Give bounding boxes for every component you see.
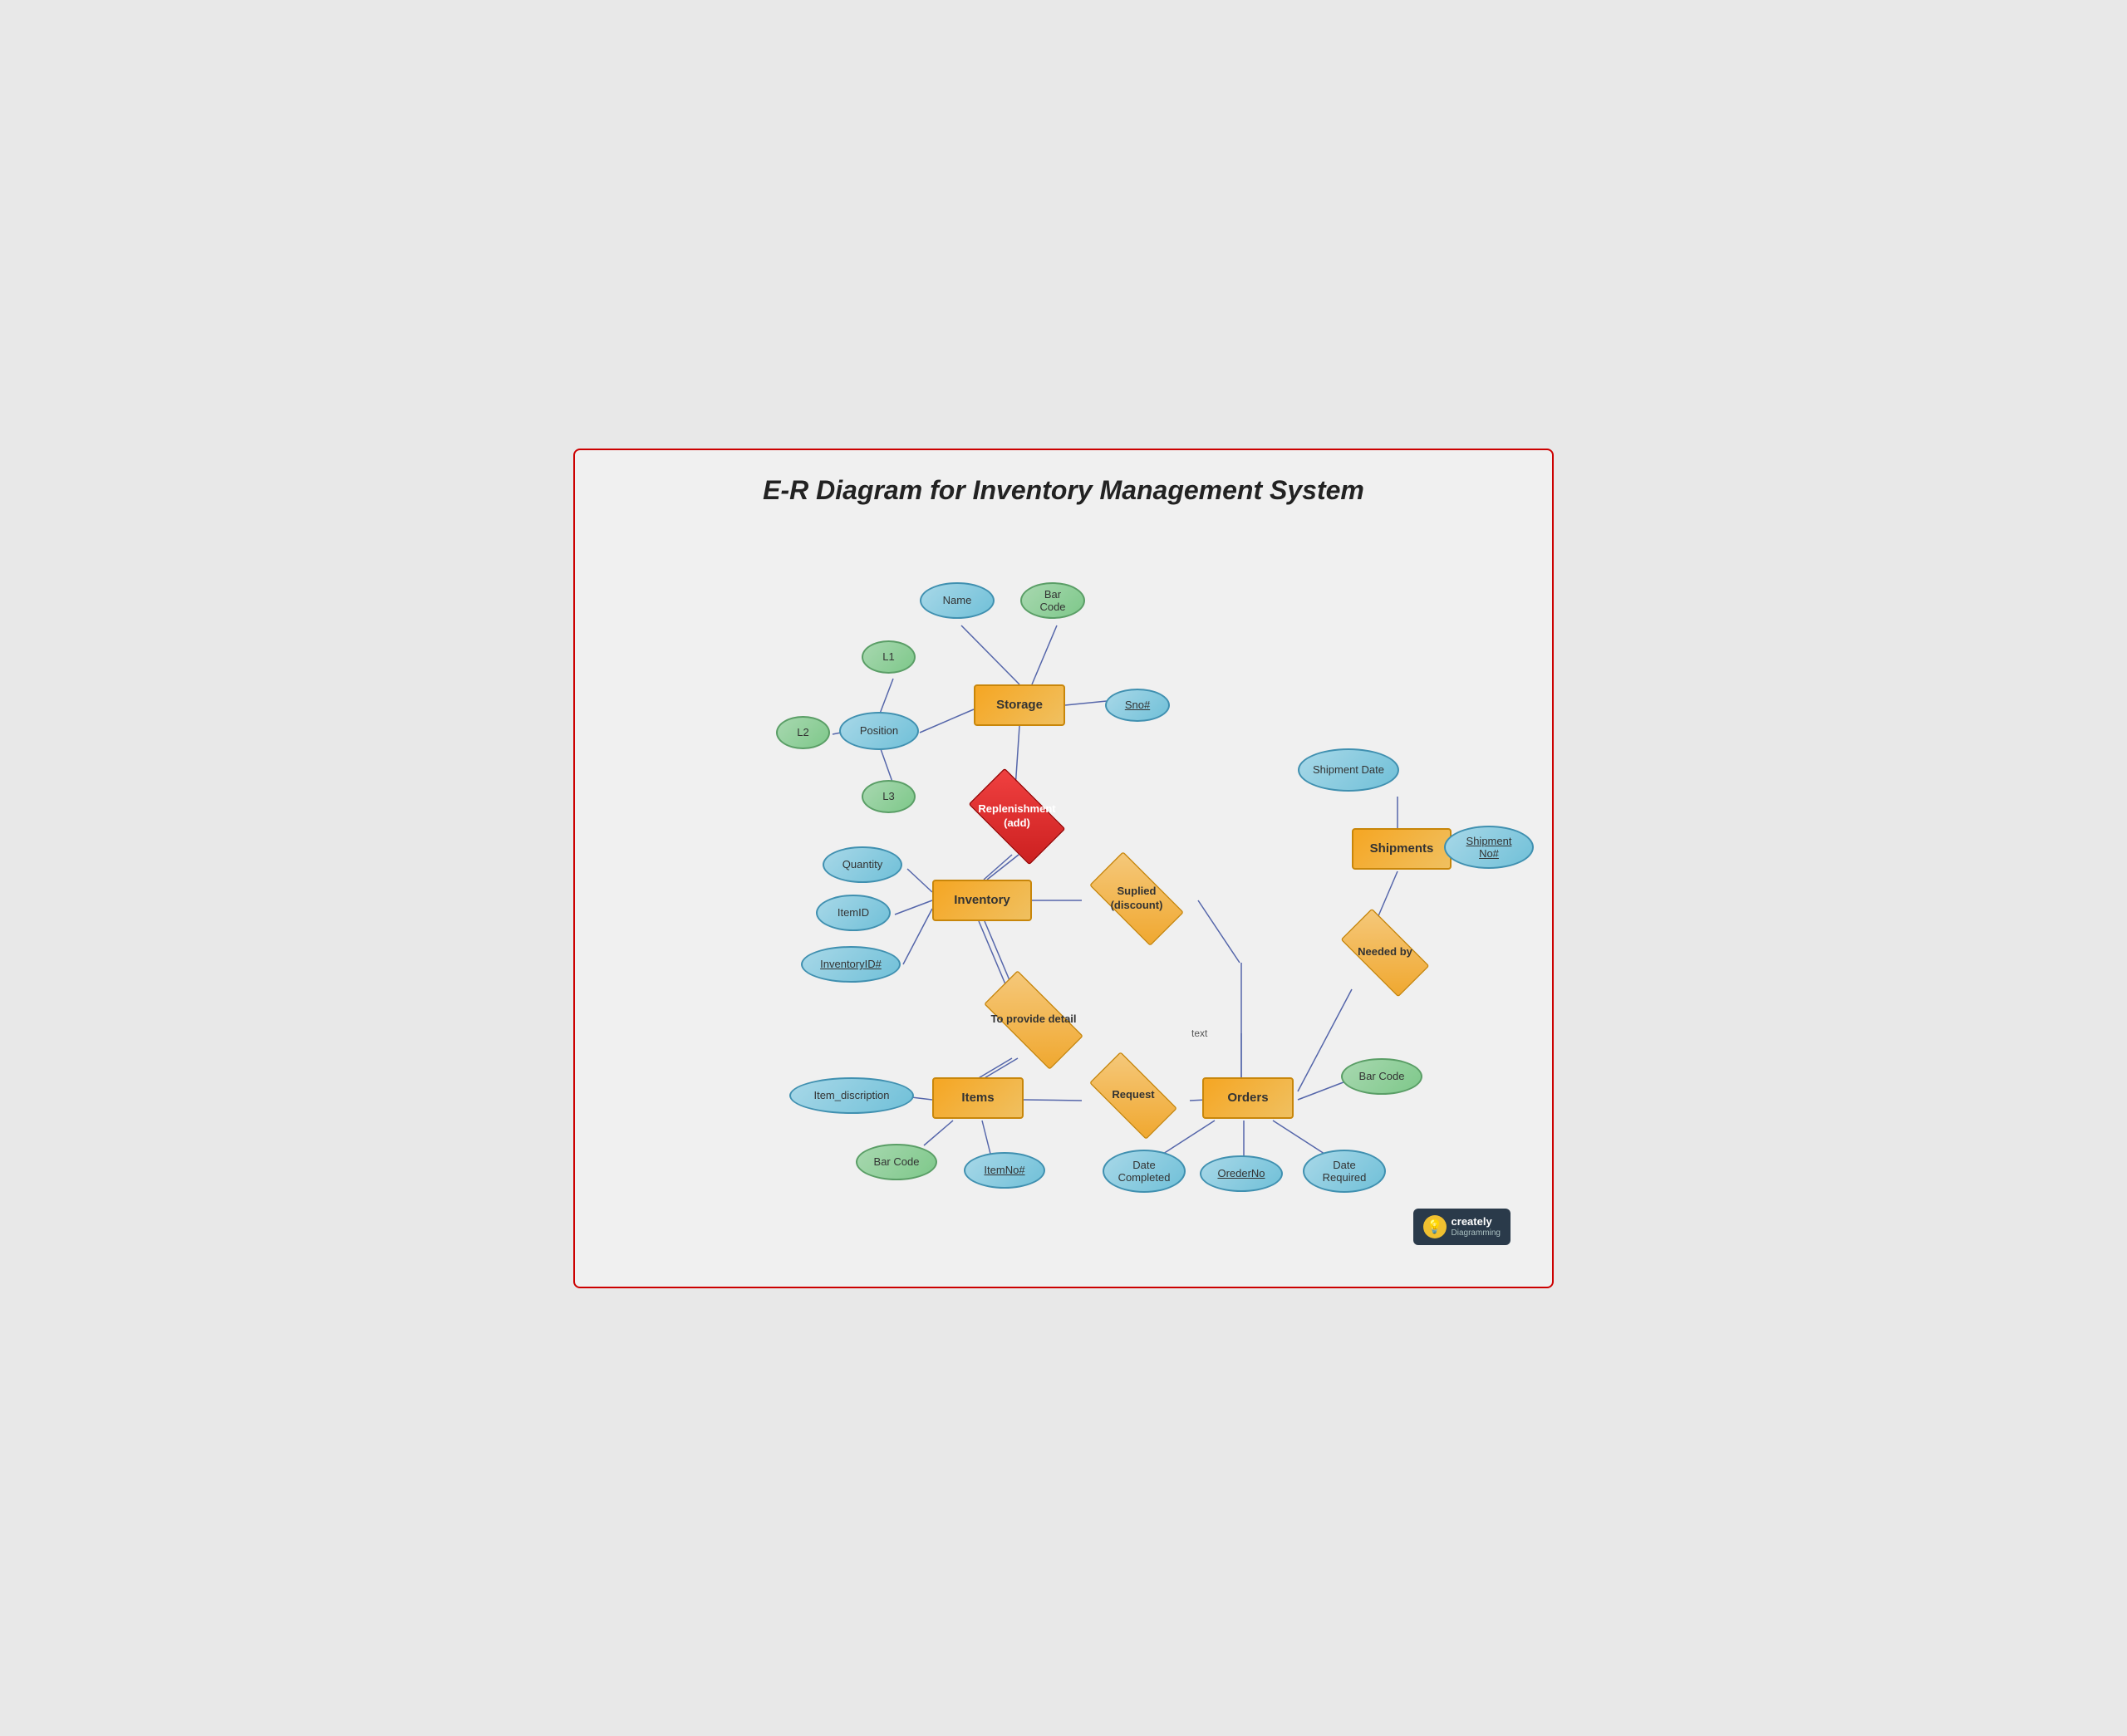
attr-barcode-storage: Bar Code: [1020, 582, 1085, 619]
attr-barcode-items: Bar Code: [856, 1144, 937, 1180]
logo-name: creately: [1452, 1215, 1501, 1228]
logo-sub: Diagramming: [1452, 1228, 1501, 1238]
attr-barcode-orders: Bar Code: [1341, 1058, 1422, 1095]
diagram-container: E-R Diagram for Inventory Management Sys…: [573, 449, 1554, 1288]
attr-l2: L2: [776, 716, 830, 749]
attr-position: Position: [839, 712, 919, 750]
diagram-area: Storage Inventory Items Orders Shipments…: [608, 522, 1519, 1253]
entity-shipments[interactable]: Shipments: [1352, 828, 1452, 870]
entity-storage[interactable]: Storage: [974, 684, 1065, 726]
entity-inventory[interactable]: Inventory: [932, 880, 1032, 921]
logo-icon: 💡: [1423, 1215, 1447, 1238]
attr-sno: Sno#: [1105, 689, 1170, 722]
attr-l3: L3: [862, 780, 916, 813]
attr-inventoryid: InventoryID#: [801, 946, 901, 983]
attr-name: Name: [920, 582, 995, 619]
logo-text-block: creately Diagramming: [1452, 1215, 1501, 1238]
relation-to-provide: To provide detail: [967, 986, 1100, 1054]
relation-supplied: Suplied(discount): [1075, 865, 1198, 933]
logo: 💡 creately Diagramming: [1413, 1209, 1511, 1245]
relation-request: Request: [1076, 1064, 1191, 1127]
attr-orderno: OrederNo: [1200, 1155, 1283, 1192]
entity-items[interactable]: Items: [932, 1077, 1024, 1119]
connectors-svg: [608, 522, 1519, 1253]
relation-needed-by: Needed by: [1327, 921, 1443, 984]
attr-shipment-no: Shipment No#: [1444, 826, 1534, 869]
attr-l1: L1: [862, 640, 916, 674]
attr-quantity: Quantity: [823, 846, 902, 883]
attr-date-required: Date Required: [1303, 1150, 1386, 1193]
attr-itemno: ItemNo#: [964, 1152, 1045, 1189]
entity-orders[interactable]: Orders: [1202, 1077, 1294, 1119]
diagram-title: E-R Diagram for Inventory Management Sys…: [608, 475, 1519, 506]
attr-shipment-date: Shipment Date: [1298, 748, 1399, 792]
relation-replenishment: Replenishment(add): [955, 780, 1078, 853]
text-label: text: [1191, 1027, 1207, 1039]
attr-itemid: ItemID: [816, 895, 891, 931]
attr-item-desc: Item_discription: [789, 1077, 914, 1114]
attr-date-completed: Date Completed: [1103, 1150, 1186, 1193]
